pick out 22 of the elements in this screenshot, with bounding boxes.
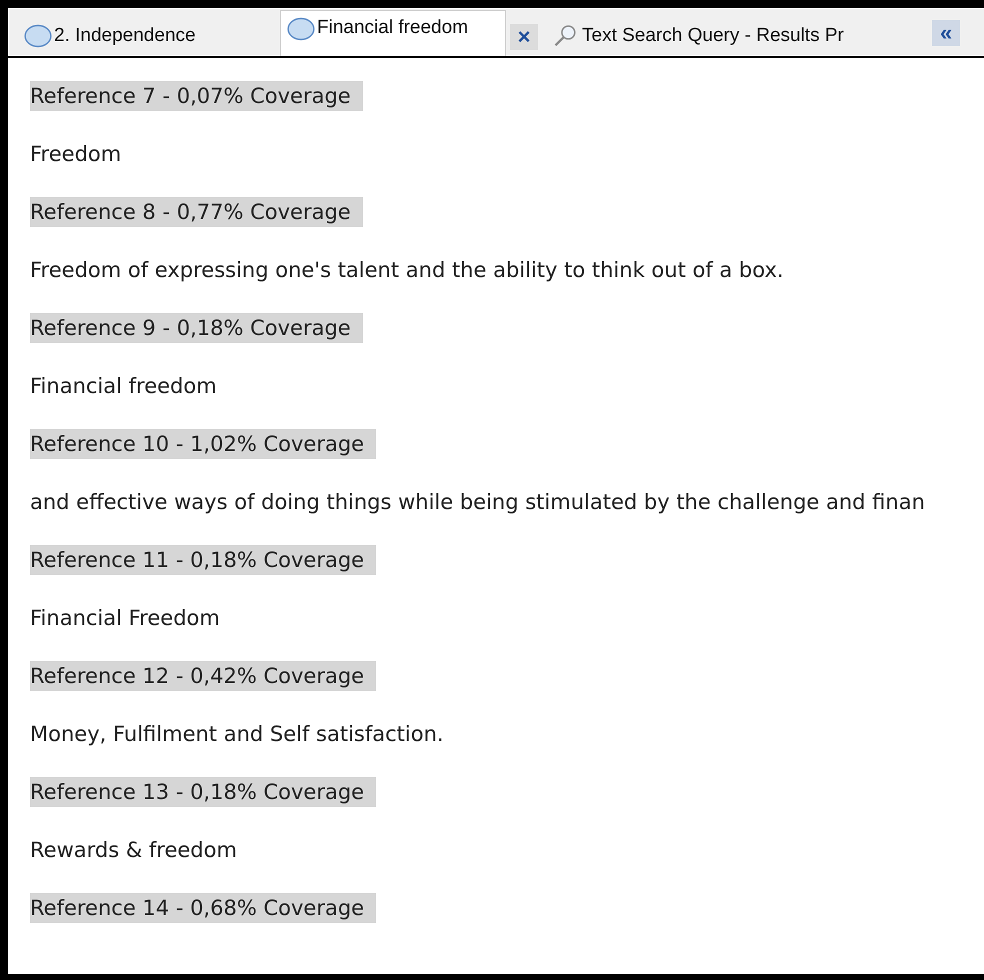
coded-text: Rewards & freedom [30,838,237,862]
close-button[interactable]: × [510,24,538,50]
reference-header: Reference 11 - 0,18% Coverage [30,545,376,575]
reference-header: Reference 7 - 0,07% Coverage [30,81,363,111]
coded-text: Freedom [30,142,122,166]
tab[interactable]: Financial freedom [280,10,506,56]
reference-header: Reference 8 - 0,77% Coverage [30,197,363,227]
coded-text: Financial Freedom [30,606,220,630]
circle-icon [287,17,315,41]
coded-text: Financial freedom [30,374,217,398]
reference-header: Reference 9 - 0,18% Coverage [30,313,363,343]
coded-text: and effective ways of doing things while being stimulated by the challenge and finan [30,490,925,514]
coded-text: Money, Fulfilment and Self satisfaction. [30,722,444,746]
reference-header: Reference 12 - 0,42% Coverage [30,661,376,691]
scroll-tabs-button[interactable]: « [932,20,960,46]
reference-header: Reference 13 - 0,18% Coverage [30,777,376,807]
reference-header: Reference 10 - 1,02% Coverage [30,429,376,459]
tab[interactable]: Text Search Query - Results Pr [546,16,922,56]
coded-text: Freedom of expressing one's talent and the ability to think out of a box. [30,258,784,282]
circle-icon [24,24,52,48]
reference-header: Reference 14 - 0,68% Coverage [30,893,376,923]
tab[interactable]: 2. Independence [18,16,276,56]
